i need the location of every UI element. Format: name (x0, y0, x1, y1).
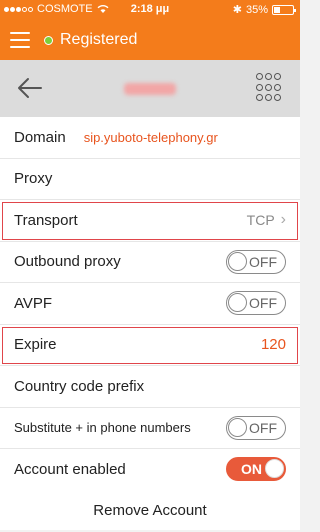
remove-account-button[interactable]: Remove Account (0, 490, 300, 530)
account-enabled-toggle-text: ON (241, 461, 262, 478)
domain-value: sip.yuboto-telephony.gr (83, 129, 218, 145)
bluetooth-icon: ✱ (232, 4, 242, 16)
app-bar: Registered (0, 20, 300, 60)
toggle-knob (228, 293, 247, 313)
country-code-label: Country code prefix (14, 377, 145, 395)
account-enabled-label: Account enabled (14, 460, 126, 478)
expire-value[interactable]: 120 (261, 336, 286, 353)
transport-label: Transport (14, 211, 78, 229)
domain-label: Domain (14, 128, 66, 146)
proxy-row[interactable]: Proxy (0, 158, 300, 200)
toggle-knob (228, 417, 247, 437)
transport-value-group: TCP › (247, 211, 286, 229)
toggle-knob (265, 459, 284, 479)
registered-status-icon (44, 35, 53, 45)
account-title-redacted (124, 82, 176, 95)
substitute-plus-label: Substitute + in phone numbers (14, 420, 191, 436)
menu-icon[interactable] (10, 32, 30, 48)
battery-info: ✱ 35% (232, 3, 296, 16)
substitute-plus-toggle[interactable]: OFF (226, 415, 286, 440)
registration-status: Registered (60, 31, 138, 48)
battery-icon (272, 4, 296, 15)
country-code-row[interactable]: Country code prefix (0, 366, 300, 408)
chevron-right-icon: › (280, 211, 286, 229)
substitute-plus-row: Substitute + in phone numbers OFF (0, 407, 300, 449)
transport-row[interactable]: Transport TCP › (0, 200, 300, 242)
account-enabled-toggle[interactable]: ON (226, 457, 286, 482)
avpf-label: AVPF (14, 294, 53, 312)
account-enabled-row: Account enabled ON (0, 449, 300, 491)
outbound-proxy-toggle-text: OFF (249, 253, 277, 270)
substitute-plus-toggle-text: OFF (249, 419, 277, 436)
title-bar (0, 60, 300, 117)
status-bar: COSMOTE 2:18 μμ ✱ 35% (0, 0, 300, 20)
domain-row[interactable]: Domain sip.yuboto-telephony.gr (0, 117, 300, 159)
dialpad-icon[interactable] (256, 73, 282, 103)
battery-percent: 35% (245, 3, 268, 16)
toggle-knob (228, 251, 247, 271)
outbound-proxy-row: Outbound proxy OFF (0, 241, 300, 283)
avpf-toggle-text: OFF (249, 295, 277, 312)
expire-row[interactable]: Expire 120 (0, 324, 300, 366)
back-arrow-icon[interactable] (16, 77, 42, 99)
outbound-proxy-toggle[interactable]: OFF (226, 249, 286, 274)
expire-label: Expire (14, 336, 57, 354)
account-settings-list: Domain sip.yuboto-telephony.gr Proxy Tra… (0, 117, 300, 491)
proxy-label: Proxy (14, 170, 53, 188)
avpf-toggle[interactable]: OFF (226, 291, 286, 316)
transport-value: TCP (246, 212, 275, 229)
outbound-proxy-label: Outbound proxy (14, 253, 121, 271)
avpf-row: AVPF OFF (0, 283, 300, 325)
